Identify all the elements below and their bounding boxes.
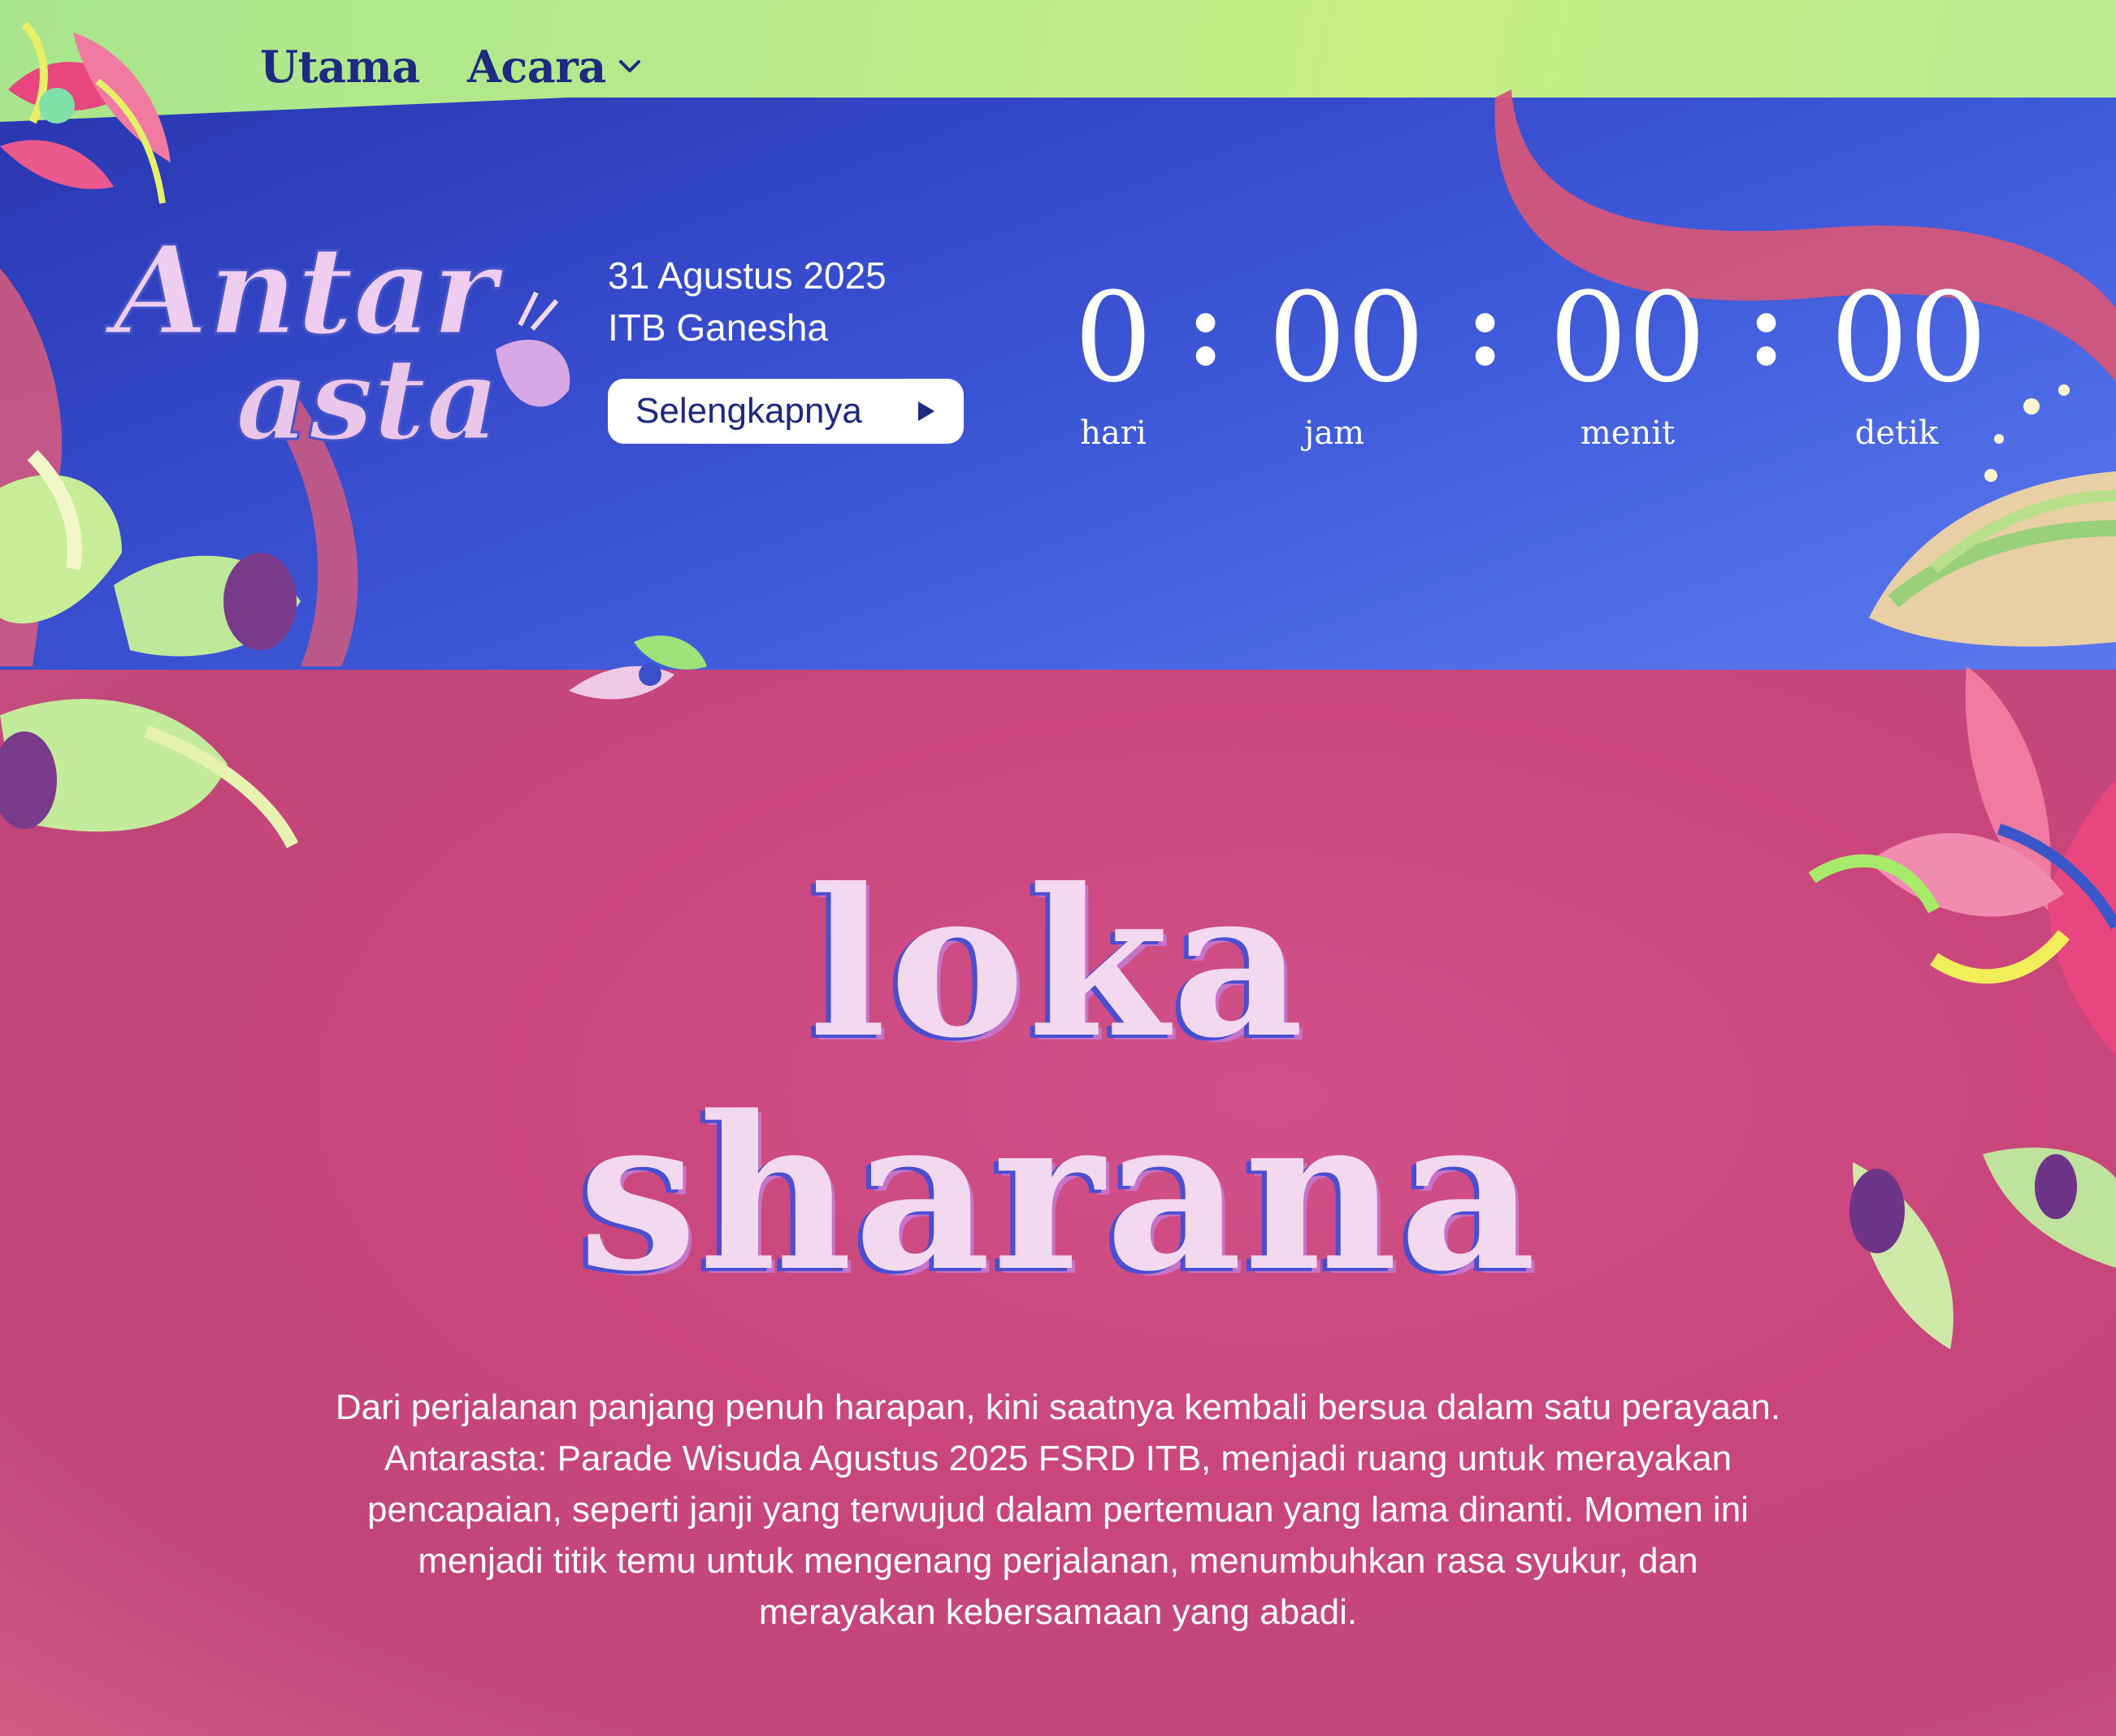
- countdown-label-days: hari: [1080, 414, 1147, 452]
- more-info-label: Selengkapnya: [635, 391, 862, 431]
- nav-event-label: Acara: [467, 41, 606, 93]
- antarasta-logo: Antar asta: [103, 219, 570, 468]
- svg-text:asta: asta: [236, 333, 500, 467]
- creature-decoration: [569, 635, 707, 700]
- countdown-label-seconds: detik: [1854, 414, 1939, 452]
- countdown-separator: :: [1747, 267, 1786, 389]
- countdown-minutes: 00: [1549, 266, 1706, 410]
- countdown-separator: :: [1186, 267, 1225, 389]
- event-venue: ITB Ganesha: [608, 306, 829, 349]
- countdown-separator: :: [1466, 267, 1505, 389]
- countdown-seconds: 00: [1830, 266, 1988, 410]
- plant-decoration-left: [0, 449, 301, 848]
- countdown-timer: 0 : 00 : 00 : 00 hari jam menit detik: [1065, 276, 2007, 471]
- chevron-down-icon: [618, 60, 640, 72]
- event-title-line2: sharana: [578, 1070, 1538, 1318]
- event-date: 31 Agustus 2025: [608, 254, 887, 297]
- flower-decoration-top-left: [0, 21, 171, 204]
- countdown-days: 0: [1073, 266, 1153, 410]
- play-triangle-icon: [918, 401, 934, 421]
- event-description: Dari perjalanan panjang penuh harapan, k…: [335, 1387, 1781, 1632]
- nav-event-dropdown[interactable]: Acara: [467, 41, 642, 93]
- more-info-button[interactable]: Selengkapnya: [608, 379, 964, 444]
- countdown-label-hours: jam: [1303, 414, 1365, 452]
- nav-home-link[interactable]: Utama: [260, 41, 420, 93]
- countdown-hours: 00: [1268, 266, 1425, 410]
- event-title-line1: loka: [809, 844, 1307, 1083]
- countdown-label-minutes: menit: [1580, 414, 1676, 452]
